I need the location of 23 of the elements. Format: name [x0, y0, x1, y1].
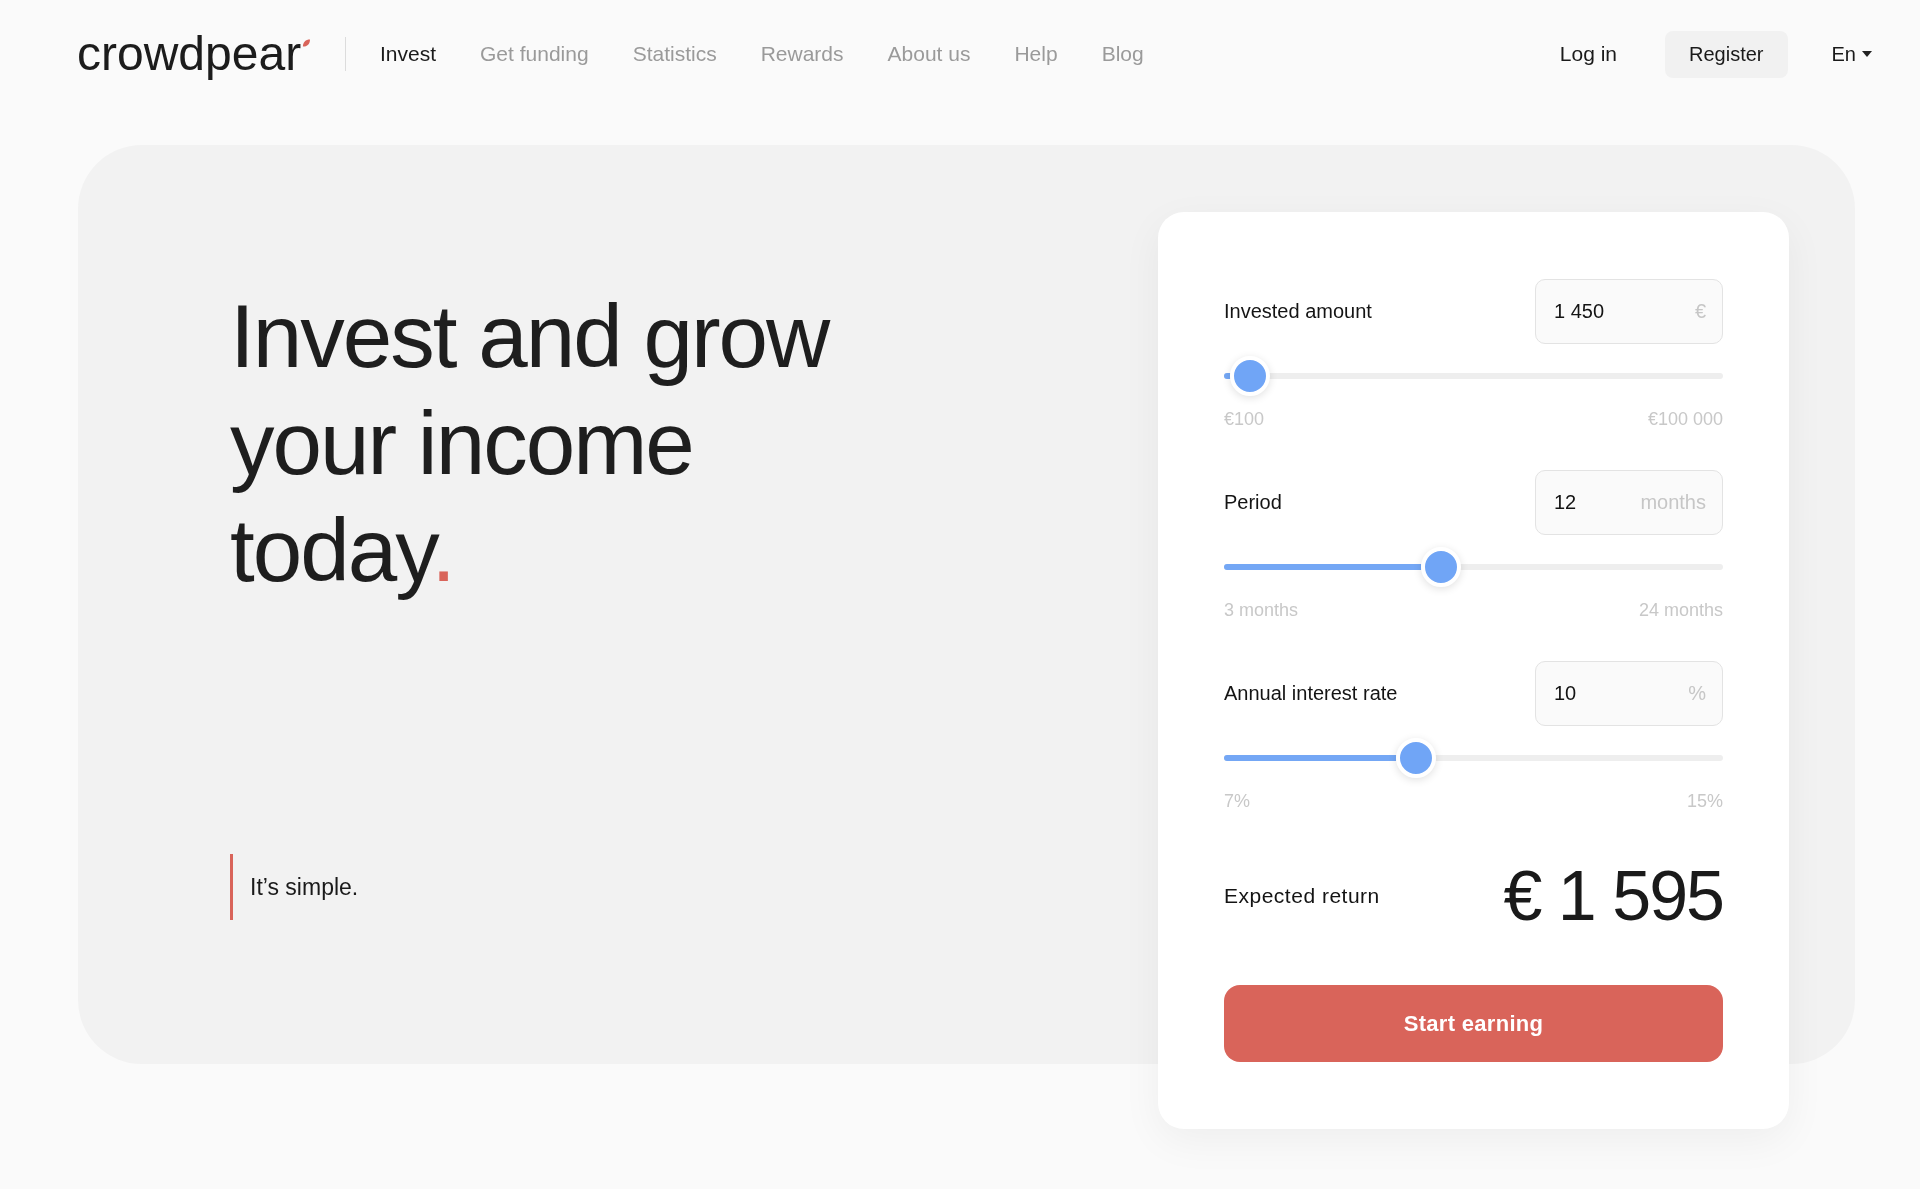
value-input[interactable]: 10	[1554, 682, 1681, 705]
nav-link[interactable]: Invest	[380, 42, 437, 66]
headline: Invest and grow your income today.	[230, 285, 831, 602]
language-selector[interactable]: En	[1831, 42, 1872, 66]
tagline: It’s simple.	[250, 873, 359, 901]
field-label: Annual interest rate	[1224, 682, 1398, 705]
value-input[interactable]: 1 450	[1554, 300, 1687, 323]
unit-label: €	[1694, 300, 1706, 323]
leaf-icon	[302, 38, 311, 48]
number-field[interactable]: 1 450 €	[1535, 279, 1723, 344]
accent-bar	[230, 854, 233, 920]
result-label: Expected return	[1224, 884, 1380, 908]
field-label: Invested amount	[1224, 300, 1372, 323]
number-field[interactable]: 10 %	[1535, 661, 1723, 726]
start-earning-button[interactable]: Start earning	[1224, 985, 1723, 1062]
field-label: Period	[1224, 491, 1282, 514]
caret-icon	[1862, 51, 1872, 57]
logo-wordmark[interactable]: crowdpear	[77, 26, 302, 82]
result-value: € 1 595	[1503, 856, 1723, 936]
register-button[interactable]: Register	[1665, 30, 1788, 78]
unit-label: %	[1688, 682, 1706, 705]
value-input[interactable]: 12	[1554, 491, 1633, 514]
login-link[interactable]: Log in	[1559, 42, 1618, 66]
